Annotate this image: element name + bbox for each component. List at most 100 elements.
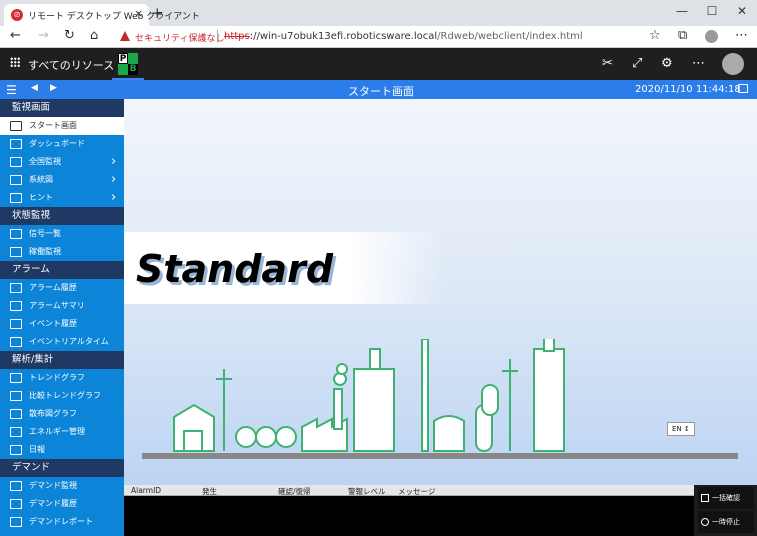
sidebar-section-title: 状態監視 <box>0 207 124 225</box>
sidebar-item-label: デマンド監視 <box>29 481 77 490</box>
tab-close-icon[interactable]: × <box>134 7 143 20</box>
screen-icon <box>10 319 22 329</box>
screen-icon <box>10 427 22 437</box>
security-warning[interactable]: セキュリティ保護なし <box>135 31 224 44</box>
message-icon[interactable] <box>738 84 748 93</box>
url-divider <box>217 30 218 43</box>
alarm-table-header: AlarmID 発生 確認/復帰 警報レベル メッセージ <box>124 485 694 496</box>
hero-title: Standard <box>136 247 334 291</box>
screen-icon <box>10 499 22 509</box>
sidebar-item[interactable]: 比較トレンドグラフ <box>0 387 124 405</box>
sidebar-item-label: 比較トレンドグラフ <box>29 391 101 400</box>
sidebar-item-label: エネルギー管理 <box>29 427 85 436</box>
favorite-star-icon[interactable]: ☆ <box>649 28 661 43</box>
sidebar-item-label: イベントリアルタイム <box>29 337 109 346</box>
forward-icon[interactable]: → <box>38 28 49 43</box>
sidebar-item-label: スタート画面 <box>29 121 77 130</box>
sidebar-item[interactable]: スタート画面 <box>0 117 124 135</box>
user-avatar[interactable] <box>722 53 744 75</box>
disconnect-icon[interactable]: ✂ <box>602 56 613 71</box>
sidebar-item[interactable]: アラーム履歴 <box>0 279 124 297</box>
screen-icon <box>10 175 22 185</box>
screen-icon <box>10 193 22 203</box>
sidebar-item[interactable]: 信号一覧 <box>0 225 124 243</box>
screen-icon <box>10 409 22 419</box>
apps-grid-icon[interactable] <box>10 57 20 67</box>
sidebar-item-label: イベント履歴 <box>29 319 77 328</box>
sidebar-item[interactable]: デマンド履歴 <box>0 495 124 513</box>
url-path: /Rdweb/webclient/index.html <box>437 31 583 42</box>
checkbox-icon <box>701 494 709 502</box>
sidebar-item[interactable]: エネルギー管理 <box>0 423 124 441</box>
screen-icon <box>10 373 22 383</box>
main-content: Standard EN ↕ <box>124 99 757 485</box>
next-screen-icon[interactable]: ▶ <box>50 83 57 93</box>
screen-icon <box>10 337 22 347</box>
sidebar-item[interactable]: イベント履歴 <box>0 315 124 333</box>
back-icon[interactable]: ← <box>10 28 21 43</box>
browser-tab[interactable]: ⊘ リモート デスクトップ Web クライアント × <box>4 4 200 26</box>
alarm-table-body <box>124 496 694 536</box>
sidebar-item[interactable]: デマンド監視 <box>0 477 124 495</box>
sidebar-item-label: 稼働監視 <box>29 247 61 256</box>
sidebar-section-title: デマンド <box>0 459 124 477</box>
sidebar-item[interactable]: アラームサマリ <box>0 297 124 315</box>
screen-icon <box>10 157 22 167</box>
screen-icon <box>10 481 22 491</box>
session-tab[interactable]: PB <box>112 50 144 80</box>
profile-icon[interactable] <box>705 30 718 43</box>
prev-screen-icon[interactable]: ◀ <box>31 83 38 93</box>
sidebar-item-label: デマンドレポート <box>29 517 93 526</box>
mute-icon <box>701 518 709 526</box>
sidebar: 監視画面スタート画面ダッシュボード 全国監視 › 系統図 › ヒント › 状態監視 信号一覧稼働… <box>0 99 124 536</box>
pause-label: 一時停止 <box>712 518 740 526</box>
window-close-icon[interactable]: ✕ <box>727 0 757 26</box>
screen-icon <box>10 247 22 257</box>
pause-button[interactable]: 一時停止 <box>698 511 754 533</box>
sidebar-item[interactable]: ダッシュボード <box>0 135 124 153</box>
sidebar-item-label: 日報 <box>29 445 45 454</box>
sidebar-item[interactable]: トレンドグラフ <box>0 369 124 387</box>
sidebar-item[interactable]: 日報 <box>0 441 124 459</box>
sidebar-item[interactable]: イベントリアルタイム <box>0 333 124 351</box>
minimize-icon[interactable]: — <box>667 0 697 26</box>
sidebar-item[interactable]: ヒント › <box>0 189 124 207</box>
new-tab-button[interactable]: + <box>151 4 164 22</box>
sidebar-item-label: アラームサマリ <box>29 301 85 310</box>
url-scheme: https <box>224 31 250 42</box>
collections-icon[interactable]: ⧉ <box>678 28 687 43</box>
fullscreen-icon[interactable]: ⤢ <box>632 56 642 71</box>
more-options-icon[interactable]: ⋯ <box>692 56 705 71</box>
url-field[interactable]: https://win-u7obuk13efi.roboticsware.loc… <box>224 31 583 42</box>
screen-title: スタート画面 <box>348 85 414 98</box>
sidebar-item[interactable]: 稼働監視 <box>0 243 124 261</box>
alarm-controls: 一括確認 一時停止 <box>694 485 757 536</box>
settings-gear-icon[interactable]: ⚙ <box>661 56 673 71</box>
sidebar-item-label: デマンド履歴 <box>29 499 77 508</box>
chevron-right-icon[interactable]: › <box>111 153 116 171</box>
more-menu-icon[interactable]: ⋯ <box>735 28 748 43</box>
url-host: ://win-u7obuk13efi.roboticsware.local <box>249 31 438 42</box>
sidebar-section-title: 解析/集計 <box>0 351 124 369</box>
pb-logo-icon: PB <box>118 53 138 75</box>
sidebar-item[interactable]: 全国監視 › <box>0 153 124 171</box>
screen-icon <box>10 445 22 455</box>
all-resources-link[interactable]: すべてのリソース <box>28 57 114 73</box>
col-alarm-id: AlarmID <box>131 486 162 495</box>
sidebar-item[interactable]: 散布図グラフ <box>0 405 124 423</box>
refresh-icon[interactable]: ↻ <box>64 28 75 43</box>
current-datetime: 2020/11/10 11:44:18 <box>635 84 741 95</box>
screen-icon <box>10 283 22 293</box>
browser-tab-bar: ⊘ リモート デスクトップ Web クライアント × + — ☐ ✕ <box>0 0 757 26</box>
sidebar-item[interactable]: デマンドレポート <box>0 513 124 531</box>
ack-all-button[interactable]: 一括確認 <box>698 487 754 509</box>
chevron-right-icon[interactable]: › <box>111 171 116 189</box>
sidebar-item[interactable]: 系統図 › <box>0 171 124 189</box>
maximize-icon[interactable]: ☐ <box>697 0 727 26</box>
language-select[interactable]: EN ↕ <box>667 422 695 436</box>
screen-icon <box>10 229 22 239</box>
hamburger-menu-icon[interactable]: ☰ <box>6 83 17 97</box>
home-icon[interactable]: ⌂ <box>90 28 98 43</box>
chevron-right-icon[interactable]: › <box>111 189 116 207</box>
sidebar-section-title: 監視画面 <box>0 99 124 117</box>
